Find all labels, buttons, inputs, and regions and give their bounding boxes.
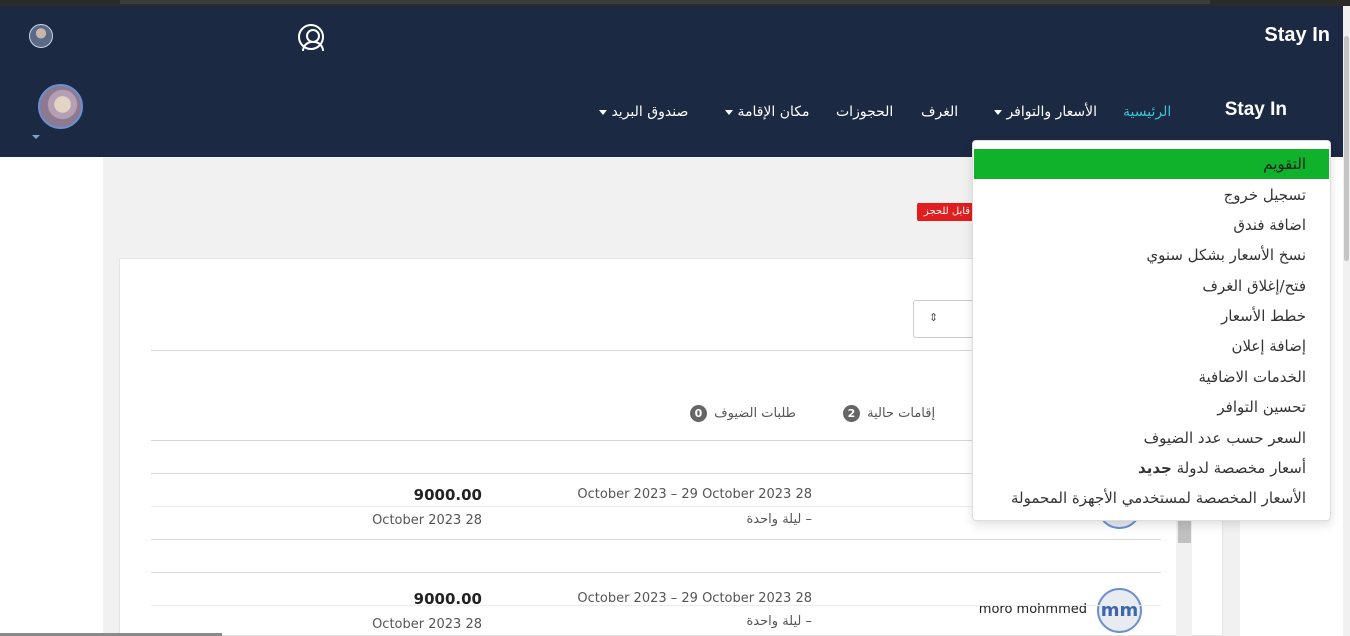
- row-nights: ليلة واحدة –: [746, 614, 813, 629]
- tab-guest-requests[interactable]: 0 طلبات الضيوف: [687, 405, 796, 422]
- nav-inbox[interactable]: صندوق البريد: [597, 104, 688, 120]
- caret-down-icon[interactable]: [32, 135, 40, 139]
- tab-label: إقامات حالية: [867, 406, 936, 421]
- row-divider: [151, 539, 1161, 540]
- tab-count-badge: 2: [843, 405, 860, 422]
- nav-bookings[interactable]: الحجوزات: [836, 104, 893, 120]
- row-nights: ليلة واحدة –: [746, 512, 813, 527]
- row-date: October 2023 28: [372, 513, 482, 528]
- sort-arrows-icon: ⇕: [929, 311, 939, 324]
- row-date-range: October 2023 – 29 October 2023 28: [577, 591, 812, 606]
- brand-logo-top[interactable]: Stay In: [1264, 24, 1330, 47]
- tab-label: طلبات الضيوف: [714, 406, 797, 421]
- brand-logo-nav[interactable]: Stay In: [1225, 99, 1287, 121]
- menu-item-calendar[interactable]: التقويم: [974, 149, 1329, 179]
- caret-down-icon: [725, 109, 733, 115]
- nav-property[interactable]: مكان الإقامة: [723, 104, 810, 120]
- small-avatar[interactable]: [29, 24, 53, 48]
- menu-item-copy-yearly-rates[interactable]: نسخ الأسعار بشكل سنوي: [974, 240, 1329, 270]
- page-scrollbar-thumb[interactable]: [1344, 36, 1349, 261]
- menu-item-open-close-rooms[interactable]: فتح/إغلاق الغرف: [974, 271, 1329, 301]
- nav-rates-label: الأسعار والتوافر: [1006, 104, 1097, 120]
- caret-down-icon: [994, 109, 1002, 115]
- menu-item-extra-services[interactable]: الخدمات الاضافية: [974, 362, 1329, 392]
- app-header: [0, 6, 1350, 157]
- menu-item-price-by-guests[interactable]: السعر حسب عدد الضيوف: [974, 423, 1329, 453]
- menu-item-mobile-rates[interactable]: الأسعار المخصصة لمستخدمي الأجهزة المحمول…: [974, 483, 1329, 513]
- tab-count-badge: 0: [690, 405, 707, 422]
- menu-item-rate-plans[interactable]: خطط الأسعار: [974, 301, 1329, 331]
- bookable-badge: قابل للحجز: [917, 203, 977, 221]
- menu-item-country-rates[interactable]: أسعار مخصصة لدولة جديد: [974, 453, 1329, 483]
- menu-item-improve-availability[interactable]: تحسين التوافر: [974, 392, 1329, 422]
- guest-avatar[interactable]: mm: [1097, 588, 1142, 633]
- nav-property-label: مكان الإقامة: [737, 104, 810, 120]
- menu-item-add-ad[interactable]: إضافة إعلان: [974, 331, 1329, 361]
- nav-rooms[interactable]: الغرف: [921, 104, 958, 120]
- row-divider: [151, 605, 1161, 606]
- row-divider: [151, 572, 1161, 573]
- nav-inbox-label: صندوق البريد: [611, 104, 689, 120]
- row-date-range: October 2023 – 29 October 2023 28: [577, 487, 812, 502]
- nav-home[interactable]: الرئيسية: [1123, 104, 1171, 120]
- page-scrollbar[interactable]: [1343, 6, 1350, 636]
- row-date: October 2023 28: [372, 617, 482, 632]
- caret-down-icon: [599, 109, 607, 115]
- menu-item-label: أسعار مخصصة لدولة: [1176, 459, 1306, 477]
- nav-rates-availability[interactable]: الأسعار والتوافر: [992, 104, 1097, 120]
- new-tag: جديد: [1138, 459, 1172, 477]
- profile-avatar[interactable]: [38, 84, 83, 129]
- tab-current-stays[interactable]: 2 إقامات حالية: [840, 405, 935, 422]
- user-circle-icon[interactable]: [298, 24, 324, 51]
- row-amount: 9000.00: [413, 486, 482, 504]
- nav-dropdown-menu: التقويم تسجيل خروج اضافة فندق نسخ الأسعا…: [972, 140, 1331, 521]
- left-gutter: [0, 157, 103, 636]
- menu-item-add-hotel[interactable]: اضافة فندق: [974, 210, 1329, 240]
- menu-item-logout[interactable]: تسجيل خروج: [974, 180, 1329, 210]
